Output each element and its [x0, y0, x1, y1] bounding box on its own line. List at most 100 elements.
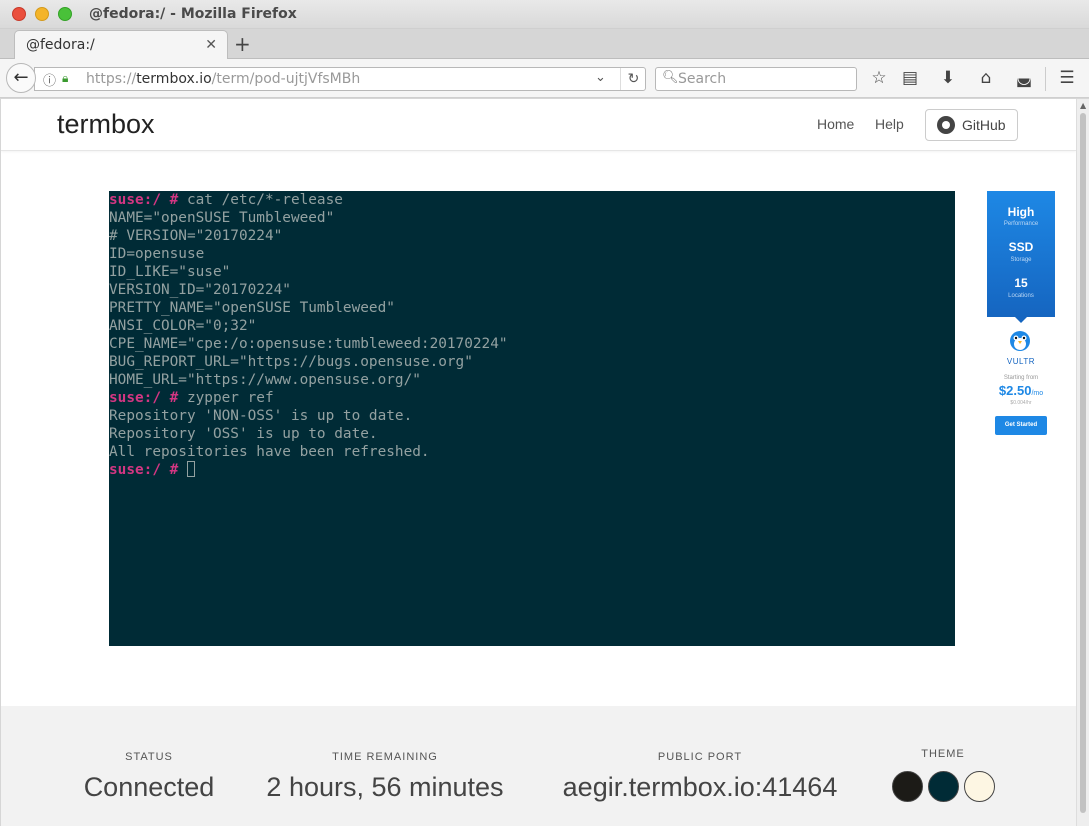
lock-icon[interactable]: 🔒︎	[62, 71, 68, 86]
ad-price: $2.50/mo	[998, 383, 1044, 398]
search-bar[interactable]: 🔍︎	[655, 67, 857, 91]
terminal-text: zypper ref	[178, 390, 274, 406]
terminal-line: All repositories have been refreshed.	[109, 443, 955, 461]
terminal[interactable]: suse:/ # cat /etc/*-release NAME="openSUS…	[109, 191, 955, 646]
window-titlebar: @fedora:/ - Mozilla Firefox	[0, 0, 1089, 29]
search-icon: 🔍︎	[662, 70, 679, 85]
terminal-text: PRETTY_NAME="openSUSE Tumbleweed"	[109, 300, 395, 316]
public-port-value: aegir.termbox.io:41464	[562, 772, 838, 802]
ad-line2: SSD	[1008, 240, 1034, 254]
terminal-text: Repository 'NON-OSS' is up to date.	[109, 408, 413, 424]
vultr-ad[interactable]: High Performance SSD Storage 15 Location…	[987, 191, 1055, 441]
terminal-text: NAME="openSUSE Tumbleweed"	[109, 210, 335, 226]
tab-strip: @fedora:/ ✕ +	[0, 29, 1089, 60]
url-bar[interactable]: ⓘ 🔒︎ https://termbox.io/term/pod-ujtjVfs…	[34, 67, 646, 91]
ad-line3-sub: Locations	[1008, 293, 1034, 299]
ad-get-started-button[interactable]: Get Started	[995, 416, 1047, 435]
terminal-text: BUG_REPORT_URL="https://bugs.opensuse.or…	[109, 354, 473, 370]
terminal-line: suse:/ # cat /etc/*-release	[109, 191, 955, 209]
back-button[interactable]: ←	[6, 63, 36, 93]
status-value: Connected	[83, 772, 215, 802]
status-footer: STATUS Connected TIME REMAINING 2 hours,…	[1, 706, 1076, 826]
download-icon[interactable]: ⬇	[937, 68, 959, 88]
terminal-text: HOME_URL="https://www.opensuse.org/"	[109, 372, 421, 388]
window-title: @fedora:/ - Mozilla Firefox	[89, 6, 297, 22]
home-icon[interactable]: ⌂	[975, 68, 997, 88]
terminal-line: HOME_URL="https://www.opensuse.org/"	[109, 371, 955, 389]
tab-label: @fedora:/	[26, 37, 95, 53]
terminal-text: # VERSION="20170224"	[109, 228, 283, 244]
pocket-icon[interactable]: ◛	[1013, 68, 1035, 88]
theme-solarized-light-swatch[interactable]	[964, 771, 995, 802]
new-tab-icon[interactable]: +	[234, 32, 251, 56]
toolbar-separator	[1045, 67, 1046, 91]
ad-line2-sub: Storage	[1010, 257, 1032, 263]
tab-active[interactable]: @fedora:/ ✕	[14, 30, 228, 60]
reading-list-icon[interactable]: ▤	[899, 68, 921, 88]
terminal-line: BUG_REPORT_URL="https://bugs.opensuse.or…	[109, 353, 955, 371]
window-maximize-button[interactable]	[58, 7, 72, 21]
site-brand[interactable]: termbox	[57, 109, 155, 140]
vultr-bird-icon	[1010, 331, 1030, 351]
terminal-line: Repository 'OSS' is up to date.	[109, 425, 955, 443]
terminal-line: suse:/ # zypper ref	[109, 389, 955, 407]
terminal-text: ID=opensuse	[109, 246, 205, 262]
reload-icon[interactable]: ↻	[620, 68, 646, 90]
terminal-text: All repositories have been refreshed.	[109, 444, 430, 460]
theme-label: THEME	[921, 748, 965, 760]
terminal-prompt: suse:/ #	[109, 462, 179, 478]
terminal-prompt: suse:/ #	[109, 192, 179, 208]
terminal-text: ANSI_COLOR="0;32"	[109, 318, 257, 334]
search-input[interactable]	[678, 70, 848, 88]
terminal-line: # VERSION="20170224"	[109, 227, 955, 245]
window-minimize-button[interactable]	[35, 7, 49, 21]
terminal-text: cat /etc/*-release	[178, 192, 343, 208]
site-header: termbox Home Help GitHub	[1, 99, 1076, 151]
bookmark-star-icon[interactable]: ☆	[868, 68, 890, 88]
terminal-line: NAME="openSUSE Tumbleweed"	[109, 209, 955, 227]
scroll-up-icon[interactable]: ▲	[1080, 101, 1086, 110]
ad-line3: 15	[1014, 276, 1028, 290]
info-icon[interactable]: ⓘ	[43, 70, 56, 89]
ad-starting-text: Starting from	[1003, 375, 1039, 381]
terminal-text: CPE_NAME="cpe:/o:opensuse:tumbleweed:201…	[109, 336, 508, 352]
terminal-line: ID_LIKE="suse"	[109, 263, 955, 281]
window-close-button[interactable]	[12, 7, 26, 21]
terminal-line: CPE_NAME="cpe:/o:opensuse:tumbleweed:201…	[109, 335, 955, 353]
github-icon	[937, 116, 955, 134]
ad-line1-sub: Performance	[1003, 221, 1039, 227]
public-port-label: PUBLIC PORT	[657, 751, 743, 763]
terminal-line: ID=opensuse	[109, 245, 955, 263]
terminal-line: VERSION_ID="20170224"	[109, 281, 955, 299]
terminal-line: suse:/ #	[109, 461, 955, 479]
ad-line1: High	[1007, 205, 1035, 219]
github-label: GitHub	[962, 117, 1006, 133]
terminal-cursor	[186, 461, 195, 477]
theme-dark-swatch[interactable]	[892, 771, 923, 802]
menu-icon[interactable]: ☰	[1056, 68, 1078, 88]
terminal-text: ID_LIKE="suse"	[109, 264, 231, 280]
status-label: STATUS	[125, 751, 173, 763]
theme-solarized-dark-swatch[interactable]	[928, 771, 959, 802]
terminal-line: Repository 'NON-OSS' is up to date.	[109, 407, 955, 425]
back-icon: ←	[13, 67, 29, 88]
terminal-prompt: suse:/ #	[109, 390, 179, 406]
page-scrollbar[interactable]: ▲	[1076, 99, 1089, 826]
time-remaining-value: 2 hours, 56 minutes	[266, 772, 504, 802]
terminal-line: ANSI_COLOR="0;32"	[109, 317, 955, 335]
time-remaining-label: TIME REMAINING	[332, 751, 438, 763]
terminal-text: VERSION_ID="20170224"	[109, 282, 291, 298]
github-button[interactable]: GitHub	[925, 109, 1018, 141]
terminal-line: PRETTY_NAME="openSUSE Tumbleweed"	[109, 299, 955, 317]
scroll-thumb[interactable]	[1080, 113, 1086, 813]
ad-logo: VULTR	[1006, 357, 1036, 366]
url-text[interactable]: https://termbox.io/term/pod-ujtjVfsMBh	[86, 71, 360, 87]
nav-link-home[interactable]: Home	[817, 116, 854, 132]
nav-link-help[interactable]: Help	[875, 116, 904, 132]
tab-close-icon[interactable]: ✕	[205, 37, 217, 53]
ad-banner: High Performance SSD Storage 15 Location…	[987, 191, 1055, 323]
page-viewport: termbox Home Help GitHub suse:/ # cat /e…	[1, 99, 1076, 826]
terminal-text: Repository 'OSS' is up to date.	[109, 426, 378, 442]
dropdown-icon[interactable]: ⌄	[595, 70, 606, 85]
